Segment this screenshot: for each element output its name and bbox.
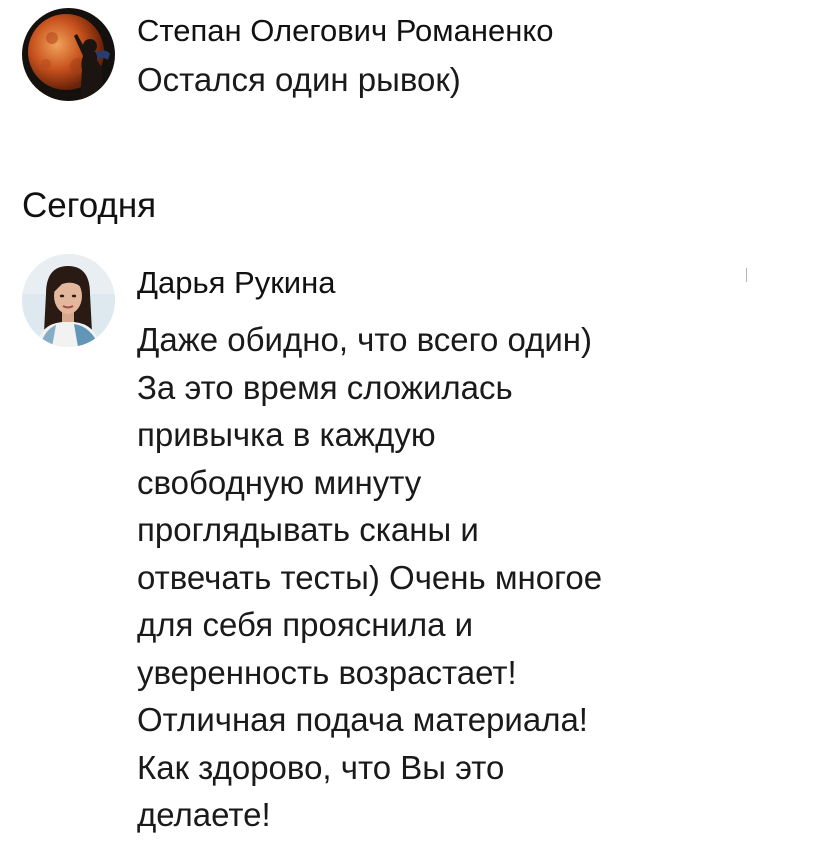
message-item: Дарья Рукина Даже обидно, что всего один… (22, 254, 737, 839)
avatar[interactable] (22, 8, 115, 101)
message-item: Степан Олегович Романенко Остался один р… (22, 8, 554, 104)
message-content: Дарья Рукина Даже обидно, что всего один… (137, 254, 737, 839)
author-name[interactable]: Степан Олегович Романенко (137, 12, 554, 50)
scrollbar-indicator[interactable] (746, 268, 747, 282)
date-separator: Сегодня (22, 186, 157, 225)
avatar-image (22, 254, 115, 347)
message-text: Остался один рывок) (137, 61, 461, 98)
message-text: Даже обидно, что всего один) За это врем… (137, 321, 603, 833)
message-content: Степан Олегович Романенко Остался один р… (137, 8, 554, 104)
author-name[interactable]: Дарья Рукина (137, 264, 737, 302)
avatar[interactable] (22, 254, 115, 347)
avatar-image (22, 8, 115, 101)
